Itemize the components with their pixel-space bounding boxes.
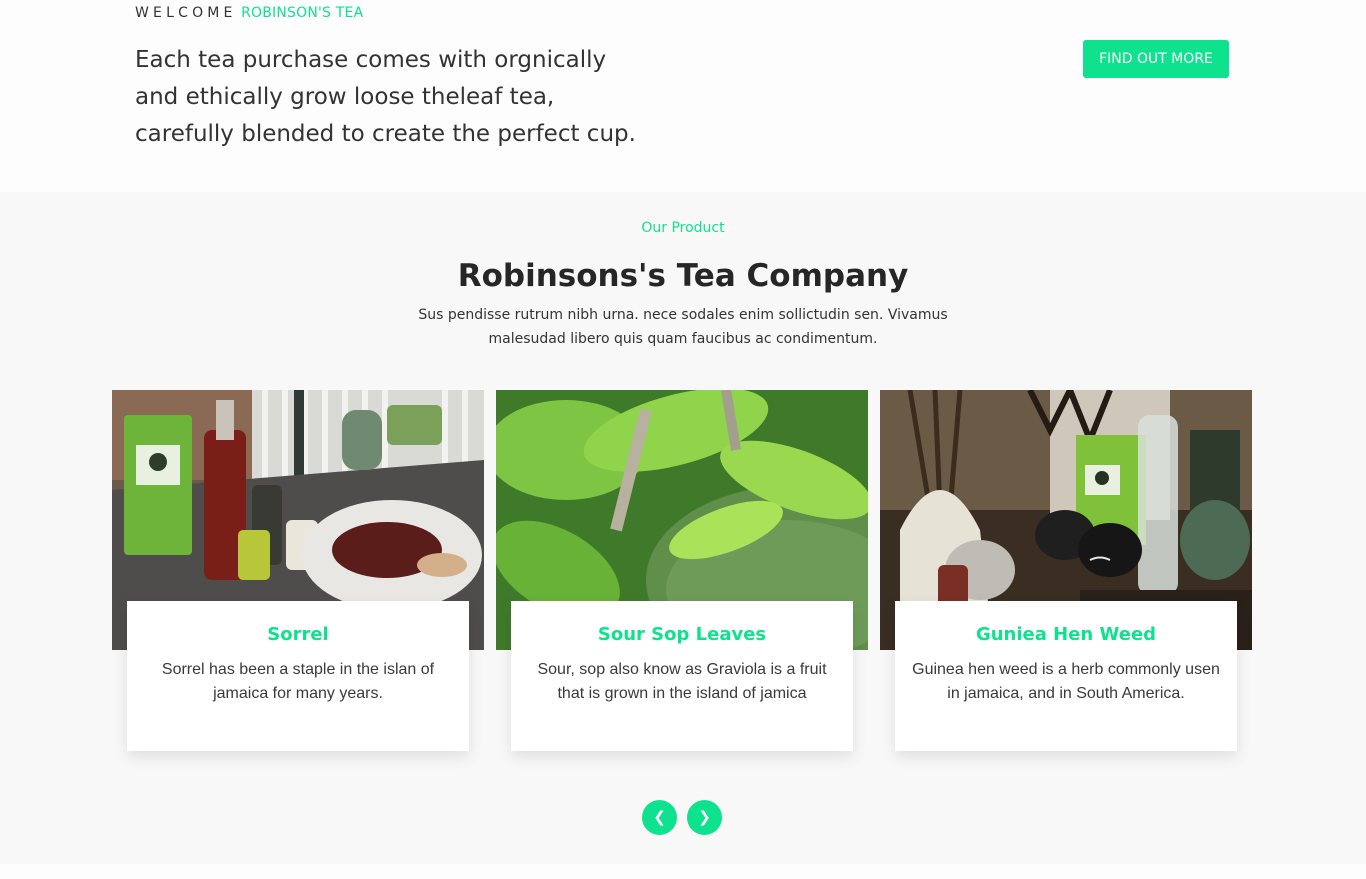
prev-slide-button[interactable]: ❮ [642, 800, 677, 835]
card-text: Guinea hen weed is a herb commonly usen … [912, 661, 1220, 702]
card-title[interactable]: Guniea Hen Weed [895, 623, 1237, 647]
welcome-heading: WELCOME ROBINSON'S TEA [135, 4, 363, 22]
card-text: Sour, sop also know as Graviola is a fru… [537, 661, 827, 702]
products-section: Our Product Robinsons's Tea Company Sus … [0, 192, 1366, 864]
find-out-more-button[interactable]: FIND OUT MORE [1083, 40, 1229, 78]
next-slide-button[interactable]: ❯ [687, 800, 722, 835]
product-card-soursop[interactable]: Sour Sop Leaves Sour, sop also know as G… [496, 390, 868, 761]
chevron-left-icon: ❮ [653, 808, 666, 826]
chevron-right-icon: ❯ [698, 808, 711, 826]
card-body: Sour Sop Leaves Sour, sop also know as G… [511, 601, 853, 751]
card-body: Sorrel Sorrel has been a staple in the i… [127, 601, 469, 751]
product-card-sorrel[interactable]: Sorrel Sorrel has been a staple in the i… [112, 390, 484, 761]
section-eyebrow: Our Product [641, 220, 725, 236]
welcome-section: WELCOME ROBINSON'S TEA Each tea purchase… [0, 0, 1366, 192]
card-title[interactable]: Sorrel [127, 623, 469, 647]
section-description: Sus pendisse rutrum nibh urna. nece soda… [418, 307, 948, 347]
card-title[interactable]: Sour Sop Leaves [511, 623, 853, 647]
brand-name: ROBINSON'S TEA [241, 5, 364, 21]
product-card-guinea-hen-weed[interactable]: Guniea Hen Weed Guinea hen weed is a her… [880, 390, 1252, 761]
page-footer-strip [0, 864, 1366, 879]
card-body: Guniea Hen Weed Guinea hen weed is a her… [895, 601, 1237, 751]
section-title: Robinsons's Tea Company [457, 258, 909, 294]
welcome-word: WELCOME [135, 5, 237, 21]
intro-text: Each tea purchase comes with orgnically … [135, 47, 636, 147]
card-text: Sorrel has been a staple in the islan of… [161, 661, 435, 702]
